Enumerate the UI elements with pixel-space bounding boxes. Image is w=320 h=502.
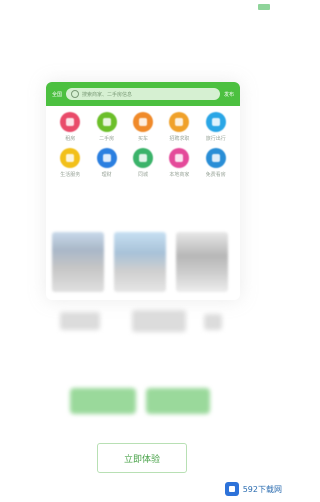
category-label: 旅行出行 <box>205 136 226 142</box>
blurred-text <box>204 314 222 330</box>
category-item[interactable]: 同城 <box>125 148 161 178</box>
plane-icon <box>205 112 226 132</box>
app-preview-card: 全国 搜索商家、二手房信息 发布 租房 二手房 买车 招聘求职 旅行出行 生活服… <box>46 82 240 300</box>
try-now-button[interactable]: 立即体验 <box>97 443 187 473</box>
house-icon <box>60 112 81 132</box>
car-icon <box>132 112 153 132</box>
category-label: 生活服务 <box>60 172 81 178</box>
category-label: 本地商家 <box>169 172 190 178</box>
service-icon <box>60 148 81 168</box>
category-label: 免费看房 <box>205 172 226 178</box>
blurred-text <box>132 310 186 332</box>
listing-image[interactable] <box>176 232 228 292</box>
category-label: 招聘求职 <box>169 136 190 142</box>
category-item[interactable]: 二手房 <box>88 112 124 142</box>
category-item[interactable]: 旅行出行 <box>198 112 234 142</box>
category-label: 二手房 <box>99 136 115 142</box>
post-button[interactable]: 发布 <box>224 91 234 98</box>
blurred-text <box>60 312 100 330</box>
logo-icon <box>224 482 239 496</box>
city-selector[interactable]: 全国 <box>52 91 62 98</box>
listing-thumbnails <box>52 232 228 292</box>
category-item[interactable]: 理财 <box>88 148 124 178</box>
status-indicator <box>258 4 270 10</box>
video-icon <box>205 148 226 168</box>
feature-highlight <box>146 388 210 414</box>
category-item[interactable]: 免费看房 <box>198 148 234 178</box>
building-icon <box>96 112 117 132</box>
watermark: 592下载网 <box>224 482 282 496</box>
category-grid: 租房 二手房 买车 招聘求职 旅行出行 生活服务 理财 同城 本地商家 免费看房 <box>46 106 240 178</box>
listing-image[interactable] <box>114 232 166 292</box>
search-placeholder: 搜索商家、二手房信息 <box>82 91 133 98</box>
search-input[interactable]: 搜索商家、二手房信息 <box>66 88 220 100</box>
category-label: 买车 <box>137 136 148 142</box>
chart-icon <box>96 148 117 168</box>
category-label: 理财 <box>101 172 112 178</box>
search-icon <box>169 148 190 168</box>
search-icon <box>71 90 80 98</box>
category-item[interactable]: 买车 <box>125 112 161 142</box>
category-item[interactable]: 生活服务 <box>52 148 88 178</box>
listing-image[interactable] <box>52 232 104 292</box>
category-label: 租房 <box>65 136 76 142</box>
category-item[interactable]: 租房 <box>52 112 88 142</box>
briefcase-icon <box>169 112 190 132</box>
category-item[interactable]: 招聘求职 <box>161 112 197 142</box>
feature-highlight <box>70 388 136 414</box>
category-label: 同城 <box>137 172 148 178</box>
map-icon <box>132 148 153 168</box>
watermark-text: 592下载网 <box>242 484 282 494</box>
category-item[interactable]: 本地商家 <box>161 148 197 178</box>
app-header: 全国 搜索商家、二手房信息 发布 <box>46 82 240 106</box>
